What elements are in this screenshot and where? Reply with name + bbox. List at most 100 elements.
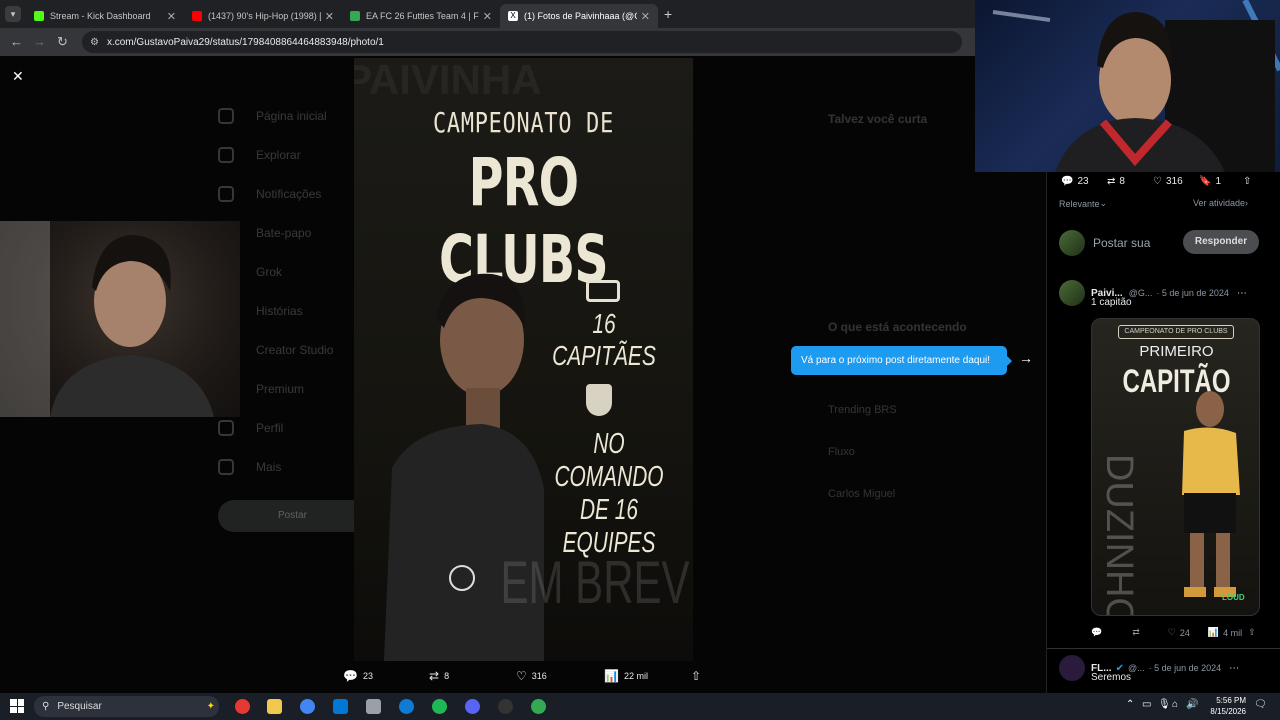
app-icon[interactable] bbox=[235, 699, 250, 714]
notification-icon[interactable]: 🗨 bbox=[1254, 699, 1267, 710]
forward-icon[interactable]: → bbox=[33, 34, 46, 49]
spotify-icon[interactable] bbox=[432, 699, 447, 714]
reply-icon[interactable]: 💬 bbox=[1091, 627, 1102, 638]
chrome-icon[interactable] bbox=[300, 699, 315, 714]
avatar[interactable] bbox=[1059, 655, 1085, 681]
close-icon[interactable]: ✕ bbox=[325, 10, 334, 23]
sort-dropdown[interactable]: Relevante ⌄ bbox=[1059, 198, 1107, 209]
panel-bookmark-stat[interactable]: 🔖 1 bbox=[1199, 176, 1221, 187]
post-photo[interactable]: PAIVINHA CAMPEONATO DE PRO CLUBS 16 CAPI… bbox=[354, 58, 693, 661]
trend-item[interactable]: Carlos Miguel bbox=[828, 488, 895, 500]
more-icon[interactable]: ⋯ bbox=[1237, 288, 1247, 299]
chrome-profile-icon[interactable] bbox=[531, 699, 546, 714]
sidebar-item-label: Perfil bbox=[256, 421, 284, 435]
search-icon: ⚲ bbox=[42, 701, 50, 712]
tab-title: (1437) 90's Hip-Hop (1998) [Lo bbox=[208, 11, 321, 21]
analytics-icon[interactable]: 📊 bbox=[1208, 627, 1219, 638]
new-tab-icon[interactable]: + bbox=[664, 6, 672, 22]
card-header: CAMPEONATO DE PRO CLUBS bbox=[1118, 325, 1234, 339]
site-settings-icon[interactable]: ⚙ bbox=[90, 37, 99, 48]
discord-icon[interactable] bbox=[465, 699, 480, 714]
sidebar-item-label: Bate-papo bbox=[256, 226, 312, 240]
back-icon[interactable]: ← bbox=[10, 34, 23, 49]
app-icon[interactable] bbox=[366, 699, 381, 714]
sidebar-item-home[interactable]: Página inicial bbox=[218, 108, 327, 124]
divider bbox=[1047, 648, 1280, 649]
system-clock[interactable]: 5:56 PM 8/15/2026 bbox=[1196, 695, 1246, 717]
tab-futbin[interactable]: EA FC 26 Futties Team 4 | FUTB ✕ bbox=[342, 4, 500, 28]
views-button[interactable]: 📊 22 mil bbox=[604, 669, 648, 683]
post-button-label: Postar bbox=[278, 510, 307, 521]
windows-start-icon[interactable] bbox=[10, 699, 24, 713]
kick-icon bbox=[34, 11, 44, 21]
tray-icon[interactable]: ▭ bbox=[1142, 699, 1151, 710]
view-count: 4 mil bbox=[1223, 627, 1243, 638]
edge-icon[interactable] bbox=[399, 699, 414, 714]
file-explorer-icon[interactable] bbox=[267, 699, 282, 714]
sidebar-item-label: Creator Studio bbox=[256, 343, 334, 357]
search-placeholder: Pesquisar bbox=[57, 701, 102, 712]
like-button[interactable]: ♡ 316 bbox=[516, 669, 547, 683]
avatar[interactable] bbox=[1059, 280, 1085, 306]
panel-like-stat[interactable]: ♡ 316 bbox=[1153, 176, 1183, 187]
reply-submit-button[interactable]: Responder bbox=[1183, 230, 1259, 254]
close-icon[interactable]: ✕ bbox=[641, 10, 650, 23]
watermark-text: PAIVINHA bbox=[354, 58, 542, 103]
repost-count: 8 bbox=[1119, 176, 1125, 187]
share-button[interactable]: ⇧ bbox=[691, 669, 706, 683]
repost-button[interactable]: ⇄ 8 bbox=[429, 669, 449, 683]
close-icon[interactable]: ✕ bbox=[483, 10, 492, 23]
close-viewer-icon[interactable]: ✕ bbox=[12, 68, 24, 85]
like-count: 24 bbox=[1179, 627, 1190, 638]
reply-header: FL... ✔ @... · 5 de jun de 2024 ⋯ bbox=[1059, 655, 1239, 681]
sort-label: Relevante bbox=[1059, 198, 1100, 209]
tab-youtube[interactable]: (1437) 90's Hip-Hop (1998) [Lo ✕ bbox=[184, 4, 342, 28]
coin-stack-icon bbox=[586, 280, 620, 302]
trend-item[interactable]: Trending BRS bbox=[828, 404, 897, 416]
sidebar-item-label: Página inicial bbox=[256, 109, 327, 123]
address-bar[interactable]: ⚙ x.com/GustavoPaiva29/status/1798408864… bbox=[82, 31, 962, 53]
tray-chevron-icon[interactable]: ⌃ bbox=[1126, 699, 1134, 710]
panel-repost-stat[interactable]: ⇄ 8 bbox=[1107, 176, 1125, 187]
activity-label: Ver atividade bbox=[1193, 198, 1246, 208]
trend-item[interactable]: Fluxo bbox=[828, 446, 855, 458]
microphone-icon[interactable]: 🎙 bbox=[1158, 699, 1171, 710]
youtube-icon bbox=[192, 11, 202, 21]
activity-link[interactable]: Ver atividade › bbox=[1193, 198, 1248, 208]
app-icon[interactable] bbox=[498, 699, 513, 714]
more-icon[interactable]: ⋯ bbox=[1229, 663, 1239, 674]
store-icon[interactable] bbox=[333, 699, 348, 714]
reply-date[interactable]: · 5 de jun de 2024 bbox=[1149, 663, 1222, 673]
reload-icon[interactable]: ↻ bbox=[57, 34, 68, 50]
panel-reply-stat[interactable]: 💬 23 bbox=[1061, 176, 1089, 187]
taskbar-search[interactable]: ⚲ Pesquisar ✦ bbox=[34, 696, 219, 717]
panel-share-icon[interactable]: ⇧ bbox=[1243, 176, 1251, 187]
reply-date[interactable]: · 5 de jun de 2024 bbox=[1156, 288, 1229, 298]
windows-taskbar: ⚲ Pesquisar ✦ ⌃ ▭ 🎙 ⌂ 🔊 5:56 PM 8/15/202… bbox=[0, 693, 1280, 720]
repost-icon[interactable]: ⇄ bbox=[1132, 627, 1140, 638]
home-icon bbox=[218, 108, 234, 124]
reply-button[interactable]: 💬 23 bbox=[343, 669, 373, 683]
x-logo-icon: X bbox=[508, 11, 518, 21]
heart-icon[interactable]: ♡ bbox=[1168, 627, 1176, 638]
card-vertical-name: DUZINHO bbox=[1098, 453, 1141, 616]
tab-x-photos[interactable]: X (1) Fotos de Paivinhaaa (@Gusta ✕ bbox=[500, 4, 658, 28]
reply-composer[interactable]: Postar sua bbox=[1059, 230, 1150, 256]
bookmark-count: 1 bbox=[1215, 176, 1222, 187]
tab-kick[interactable]: Stream - Kick Dashboard ✕ bbox=[26, 4, 184, 28]
network-icon[interactable]: ⌂ bbox=[1172, 699, 1178, 710]
sidebar-item-more[interactable]: Mais bbox=[218, 459, 281, 475]
reply-header: Paivi... @G... · 5 de jun de 2024 ⋯ bbox=[1059, 280, 1247, 306]
next-post-arrow-icon[interactable]: → bbox=[1019, 350, 1033, 366]
close-icon[interactable]: ✕ bbox=[167, 10, 176, 23]
reply-icon: 💬 bbox=[343, 669, 358, 683]
heart-icon: ♡ bbox=[516, 669, 527, 683]
sidebar-item-explore[interactable]: Explorar bbox=[218, 147, 301, 163]
sidebar-item-profile[interactable]: Perfil bbox=[218, 420, 283, 436]
search-icon bbox=[218, 147, 234, 163]
clock-time: 5:56 PM bbox=[1216, 696, 1246, 705]
sidebar-item-notifications[interactable]: Notificações bbox=[218, 186, 321, 202]
share-icon[interactable]: ⇧ bbox=[1248, 627, 1256, 638]
reply-media-card[interactable]: CAMPEONATO DE PRO CLUBS PRIMEIRO CAPITÃO… bbox=[1091, 318, 1260, 616]
tab-search-icon[interactable]: ▾ bbox=[5, 6, 21, 22]
